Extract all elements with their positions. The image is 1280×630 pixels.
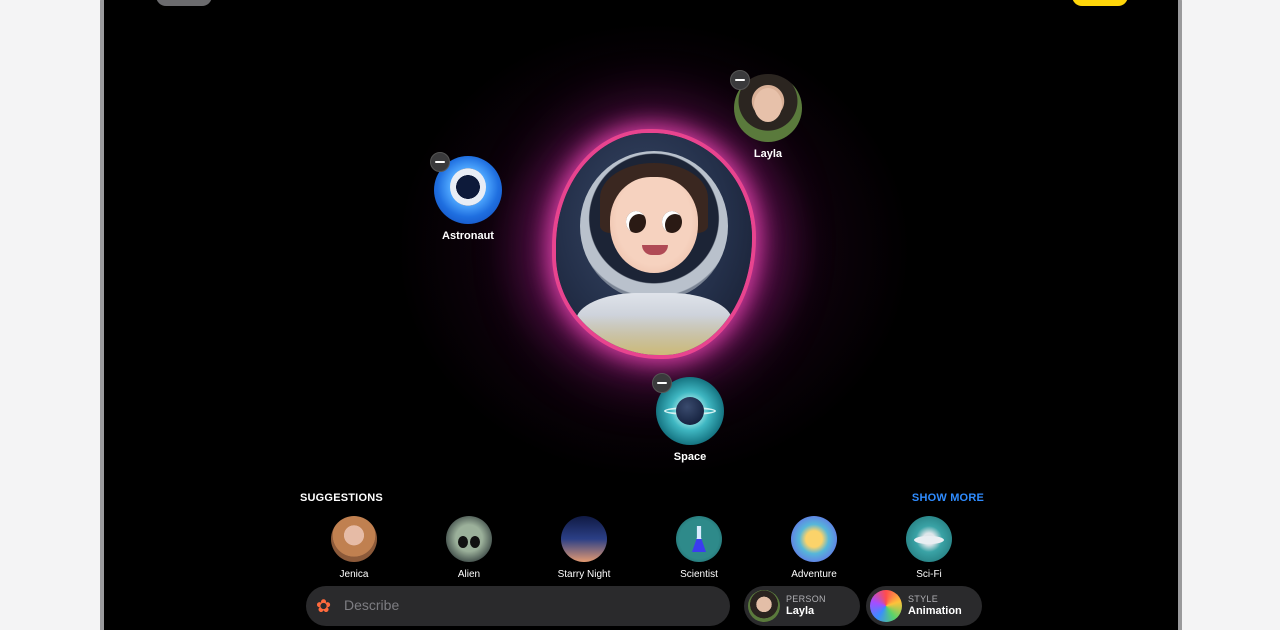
person-avatar [748, 590, 780, 622]
character-face [610, 177, 698, 273]
generated-image-preview[interactable] [556, 133, 752, 355]
map-icon [791, 516, 837, 562]
remove-layla-button[interactable] [730, 70, 750, 90]
suggestion-label: Adventure [791, 569, 837, 580]
show-more-link[interactable]: SHOW MORE [912, 492, 984, 504]
suggestion-label: Starry Night [557, 569, 611, 580]
suggestion-item-jenica[interactable]: Jenica [304, 516, 404, 580]
suggestion-item-sci-fi[interactable]: Sci-Fi [879, 516, 979, 580]
style-selector[interactable]: STYLE Animation [866, 586, 982, 626]
character-eye-left [626, 211, 646, 233]
describe-field[interactable]: ✿ [306, 586, 730, 626]
suggestion-item-alien[interactable]: Alien [419, 516, 519, 580]
person-value: Layla [786, 605, 815, 617]
suggestion-item-adventure[interactable]: Adventure [764, 516, 864, 580]
remove-space-button[interactable] [652, 373, 672, 393]
suggestion-label: Sci-Fi [916, 569, 942, 580]
suggestion-label: Scientist [680, 569, 718, 580]
suggestion-item-starry-night[interactable]: Starry Night [534, 516, 634, 580]
alien-icon [446, 516, 492, 562]
concept-label-astronaut: Astronaut [442, 230, 494, 242]
style-label: STYLE [908, 594, 939, 604]
suggestion-item-scientist[interactable]: Scientist [649, 516, 749, 580]
ufo-icon [906, 516, 952, 562]
planet-icon [676, 397, 704, 425]
suggestions-title: SUGGESTIONS [300, 492, 383, 504]
suggestion-label: Alien [457, 569, 481, 580]
image-playground-icon: ✿ [316, 596, 332, 616]
person-photo-icon [754, 88, 782, 122]
person-label: PERSON [786, 594, 826, 604]
cancel-button[interactable] [156, 0, 212, 6]
flask-icon [676, 516, 722, 562]
done-button[interactable] [1072, 0, 1128, 6]
character-eye-right [662, 211, 682, 233]
concept-label-layla: Layla [753, 148, 783, 160]
style-value: Animation [908, 605, 962, 617]
person-photo-icon [331, 516, 377, 562]
describe-input[interactable] [344, 594, 704, 616]
astronaut-helmet-icon [450, 168, 486, 206]
person-selector[interactable]: PERSON Layla [744, 586, 860, 626]
app-screen: Astronaut Layla Space SUGGESTIONS SHOW M… [104, 0, 1178, 630]
preview-rim-highlight [556, 315, 752, 355]
suggestion-label: Jenica [339, 569, 369, 580]
concept-label-space: Space [673, 451, 707, 463]
style-icon [870, 590, 902, 622]
remove-astronaut-button[interactable] [430, 152, 450, 172]
starry-night-icon [561, 516, 607, 562]
